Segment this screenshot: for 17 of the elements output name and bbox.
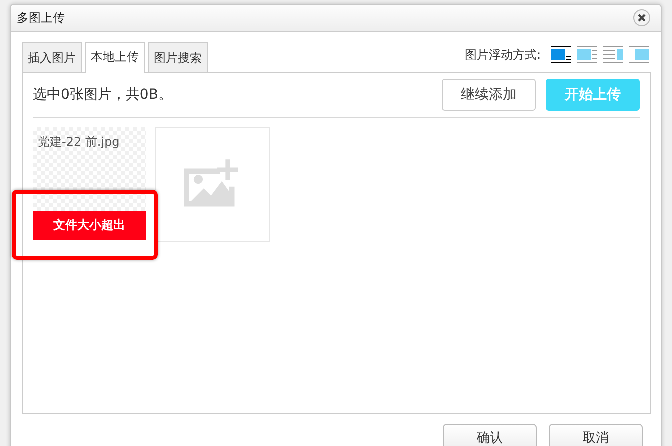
add-image-tile[interactable]: [155, 127, 270, 242]
align-left-icon[interactable]: [577, 46, 597, 64]
error-label: 文件大小超出: [33, 211, 146, 240]
cancel-button[interactable]: 取消: [549, 424, 643, 446]
window-title: 多图上传: [17, 10, 65, 26]
upload-summary: 选中0张图片，共0B。: [33, 86, 174, 104]
align-inline-icon[interactable]: [551, 46, 571, 64]
close-icon[interactable]: [633, 9, 651, 27]
align-center-icon[interactable]: [629, 46, 649, 64]
confirm-button[interactable]: 确认: [443, 424, 537, 446]
add-more-button[interactable]: 继续添加: [442, 79, 536, 111]
tab[interactable]: 图片搜索: [148, 42, 208, 73]
file-name: 党建-22 前.jpg: [37, 134, 121, 151]
tab[interactable]: 插入图片: [22, 42, 82, 73]
tab[interactable]: 本地上传: [85, 42, 145, 73]
align-right-icon[interactable]: [603, 46, 623, 64]
float-label: 图片浮动方式:: [464, 46, 541, 64]
